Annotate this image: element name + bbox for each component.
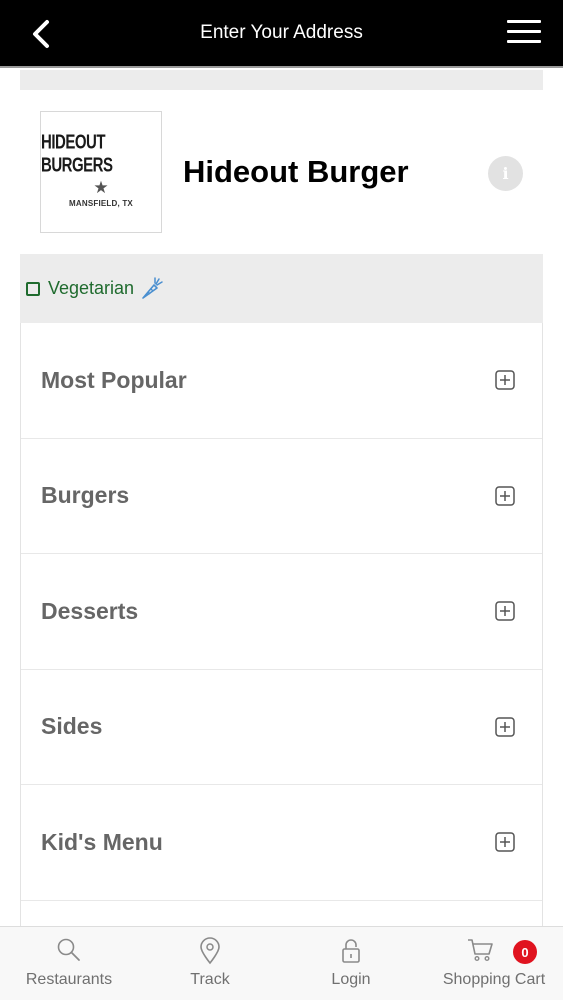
- header-title[interactable]: Enter Your Address: [0, 22, 563, 44]
- plus-square-icon[interactable]: [495, 486, 515, 506]
- plus-square-icon[interactable]: [495, 832, 515, 852]
- restaurant-header: HIDEOUT BURGERS ★ MANSFIELD, TX Hideout …: [20, 90, 543, 254]
- plus-square-icon[interactable]: [495, 717, 515, 737]
- hamburger-line: [507, 40, 541, 43]
- tab-track[interactable]: Track: [150, 927, 270, 1001]
- info-button[interactable]: i: [488, 156, 523, 191]
- tab-restaurants[interactable]: Restaurants: [0, 927, 138, 1001]
- location-pin-icon: [200, 937, 220, 965]
- info-icon: i: [502, 164, 509, 183]
- top-divider-strip: [20, 70, 543, 90]
- hamburger-menu-icon: [507, 20, 541, 23]
- category-label: Sides: [41, 713, 103, 740]
- cart-icon: [468, 939, 493, 962]
- tab-label: Login: [331, 971, 371, 988]
- logo-title: HIDEOUT BURGERS: [41, 130, 113, 177]
- plus-square-icon[interactable]: [495, 370, 515, 390]
- top-nav-bar: Enter Your Address: [0, 0, 563, 68]
- hamburger-menu-button[interactable]: [507, 20, 541, 48]
- search-icon: [57, 938, 80, 961]
- tab-shopping-cart[interactable]: 0 Shopping Cart: [425, 927, 563, 1001]
- category-row[interactable]: Desserts: [21, 554, 542, 670]
- restaurant-name: Hideout Burger: [183, 154, 409, 189]
- bottom-tab-bar: Restaurants Track Login 0 Shopping Cart: [0, 926, 563, 1000]
- menu-content[interactable]: HIDEOUT BURGERS ★ MANSFIELD, TX Hideout …: [20, 70, 543, 926]
- restaurant-logo: HIDEOUT BURGERS ★ MANSFIELD, TX: [40, 111, 162, 233]
- tab-label: Shopping Cart: [442, 971, 546, 988]
- category-row[interactable]: Kid's Menu: [21, 785, 542, 901]
- plus-square-icon[interactable]: [495, 601, 515, 621]
- tab-login[interactable]: Login: [291, 927, 411, 1001]
- category-label: Burgers: [41, 482, 130, 509]
- tab-label: Restaurants: [25, 971, 113, 988]
- logo-location: MANSFIELD, TX: [69, 198, 133, 208]
- category-list: Most Popular Burgers Desserts Sides Kid'…: [20, 323, 543, 926]
- vegetarian-label[interactable]: Vegetarian: [48, 278, 134, 299]
- carrot-icon: [140, 276, 164, 301]
- category-row[interactable]: Most Popular: [21, 323, 542, 439]
- category-label: Desserts: [41, 597, 139, 624]
- category-label: Most Popular: [41, 366, 187, 393]
- vegetarian-checkbox[interactable]: [26, 281, 40, 296]
- hamburger-line: [507, 30, 541, 33]
- lock-icon: [342, 939, 360, 963]
- filter-bar: Vegetarian: [20, 254, 543, 323]
- category-row[interactable]: Sides: [21, 670, 542, 785]
- tab-label: Track: [190, 971, 230, 988]
- category-label: Kid's Menu: [41, 828, 163, 855]
- cart-count-badge: 0: [513, 940, 537, 964]
- star-icon: ★: [93, 177, 109, 197]
- category-row[interactable]: Burgers: [21, 439, 542, 554]
- category-row-partial[interactable]: [21, 901, 542, 927]
